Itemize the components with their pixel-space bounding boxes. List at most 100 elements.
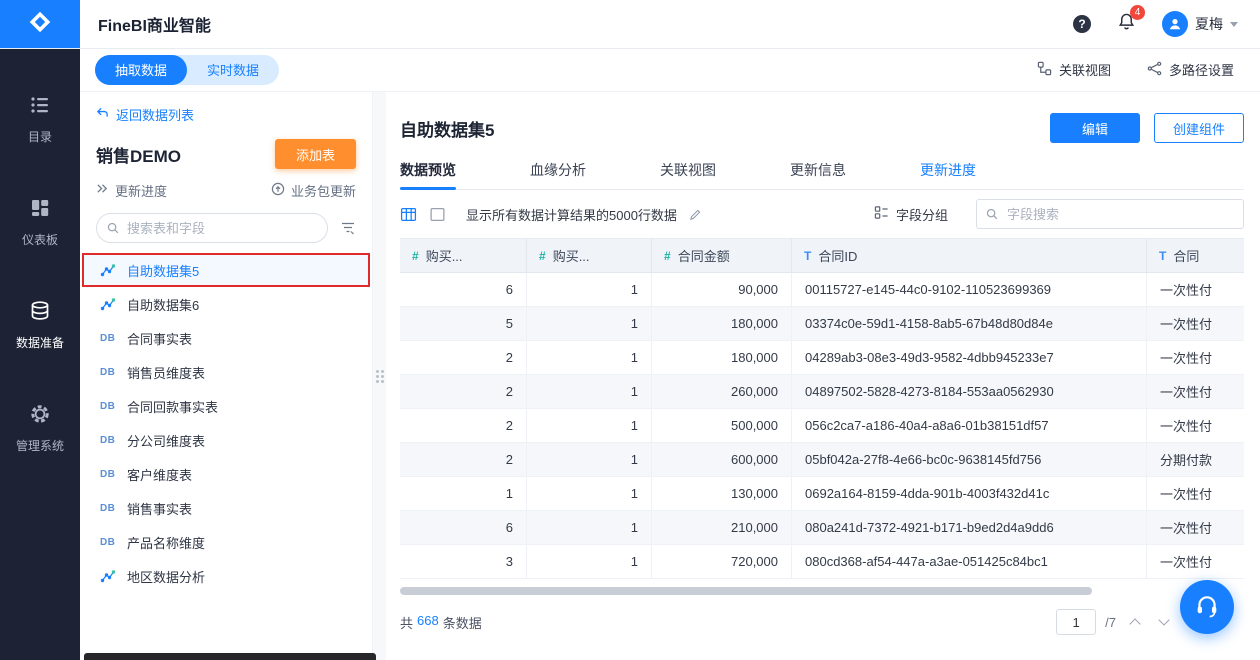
back-to-data-list-link[interactable]: 返回数据列表 [96,104,356,124]
notifications-button[interactable]: 4 [1117,5,1145,36]
package-item-2[interactable]: DB 合同事实表 [82,321,370,355]
table-cell: 05bf042a-27f8-4e66-bc0c-9638145fd756 [792,443,1147,476]
table-cell: 1 [527,341,652,374]
edit-row-limit-icon[interactable] [689,208,702,221]
column-header-3[interactable]: T 合同ID [792,239,1147,272]
panel-divider [372,92,386,660]
filter-icon[interactable] [340,220,356,236]
table-cell: 2 [400,341,527,374]
update-progress-link[interactable]: 更新进度 [920,150,976,189]
card-view-icon[interactable] [429,206,446,223]
package-item-4[interactable]: DB 合同回款事实表 [82,389,370,423]
table-cell: 080cd368-af54-447a-a3ae-051425c84bc1 [792,545,1147,578]
table-cell: 2 [400,409,527,442]
table-cell: 5 [400,307,527,340]
nav-label: 数据准备 [15,336,64,350]
package-item-5[interactable]: DB 分公司维度表 [82,423,370,457]
prev-page-button[interactable] [1125,610,1145,634]
field-search-input[interactable] [976,199,1244,229]
tab-update-info[interactable]: 更新信息 [790,150,846,189]
table-row-8: 3 1 720,000 080cd368-af54-447a-a3ae-051425c… [400,545,1244,579]
package-item-6[interactable]: DB 客户维度表 [82,457,370,491]
package-item-label: 合同事实表 [127,331,193,347]
package-update-icon [271,182,285,199]
tab-extract-data[interactable]: 抽取数据 [95,54,188,85]
page-input[interactable] [1056,609,1097,635]
data-mode-tabs: 抽取数据 实时数据 [95,54,280,85]
page-total: /7 [1105,614,1116,630]
tab-relation-view[interactable]: 关联视图 [660,150,716,189]
table-cell: 130,000 [652,477,792,510]
table-cell: 6 [400,273,527,306]
db-table-icon: DB [100,332,116,344]
topbar-right: ? 4 夏梅 [1073,5,1260,37]
table-cell: 056c2ca7-a186-40a4-a8a6-01b38151df57 [792,409,1147,442]
table-cell: 00115727-e145-44c0-9102-110523699369 [792,273,1147,306]
number-field-icon: # [539,248,546,263]
package-item-1[interactable]: 自助数据集6 [82,287,370,321]
package-item-9[interactable]: 地区数据分析 [82,559,370,593]
column-header-0[interactable]: # 购买... [400,239,527,272]
next-page-button[interactable] [1154,610,1174,634]
table-cell: 1 [527,375,652,408]
table-cell: 分期付款 [1160,453,1213,468]
field-group-button[interactable]: 字段分组 [874,205,948,224]
relation-view-link[interactable]: 关联视图 [1037,60,1111,79]
tab-lineage-analysis[interactable]: 血缘分析 [530,150,586,189]
package-item-7[interactable]: DB 销售事实表 [82,491,370,525]
relation-view-icon [1037,61,1052,79]
update-progress-button[interactable]: 更新进度 [96,181,167,200]
package-item-label: 客户维度表 [127,467,193,483]
package-item-3[interactable]: DB 销售员维度表 [82,355,370,389]
catalog-icon [29,94,51,119]
table-row-4: 2 1 500,000 056c2ca7-a186-40a4-a8a6-01b3815… [400,409,1244,443]
nav-label: 目录 [27,130,52,144]
add-table-button[interactable]: 添加表 [274,139,356,169]
side-nav: 目录仪表板数据准备管理系统 [0,48,80,660]
table-cell: 260,000 [652,375,792,408]
create-component-button[interactable]: 创建组件 [1154,113,1244,143]
table-cell: 1 [527,307,652,340]
nav-item-catalog[interactable]: 目录 [28,94,52,145]
table-cell: 3 [400,545,527,578]
number-field-icon: # [664,248,671,263]
tab-data-preview[interactable]: 数据预览 [400,150,456,190]
table-row-7: 6 1 210,000 080a241d-7372-4921-b171-b9ed2d4… [400,511,1244,545]
table-cell: 1 [527,409,652,442]
package-item-label: 销售事实表 [127,501,193,517]
table-row-1: 5 1 180,000 03374c0e-59d1-4158-8ab5-67b48d8… [400,307,1244,341]
help-icon[interactable]: ? [1073,15,1091,33]
tab-realtime-data[interactable]: 实时数据 [187,55,279,85]
table-cell: 2 [400,443,527,476]
nav-item-dashboard[interactable]: 仪表板 [22,197,58,248]
multipath-settings-link[interactable]: 多路径设置 [1147,60,1234,79]
package-item-0[interactable]: 自助数据集5 [82,253,370,287]
package-update-button[interactable]: 业务包更新 [271,181,356,200]
table-search-input[interactable] [96,213,328,243]
table-cell: 2 [400,375,527,408]
app-logo[interactable] [0,0,80,48]
table-cell: 1 [400,477,527,510]
nav-item-data-prep[interactable]: 数据准备 [16,300,64,351]
db-table-icon: DB [100,400,116,412]
database-icon [29,300,51,325]
support-chat-button[interactable] [1180,580,1234,634]
column-header-2[interactable]: # 合同金额 [652,239,792,272]
nav-label: 管理系统 [15,439,64,453]
db-table-icon: DB [100,468,116,480]
nav-label: 仪表板 [21,233,58,247]
column-header-4[interactable]: T 合同 [1147,239,1244,272]
table-row-6: 1 1 130,000 0692a164-8159-4dda-901b-4003f43… [400,477,1244,511]
column-header-1[interactable]: # 购买... [527,239,652,272]
package-item-8[interactable]: DB 产品名称维度 [82,525,370,559]
scrollbar-thumb[interactable] [400,587,1093,595]
nav-item-admin[interactable]: 管理系统 [16,403,64,454]
edit-button[interactable]: 编辑 [1050,113,1140,143]
dataset-icon [100,568,118,584]
panel-resize-handle[interactable] [375,369,384,383]
gear-icon [29,403,51,428]
topbar: FineBI商业智能 ? 4 夏梅 [0,0,1260,48]
user-menu[interactable]: 夏梅 [1162,11,1238,37]
grid-view-icon[interactable] [400,206,417,223]
column-label: 合同ID [818,249,858,264]
